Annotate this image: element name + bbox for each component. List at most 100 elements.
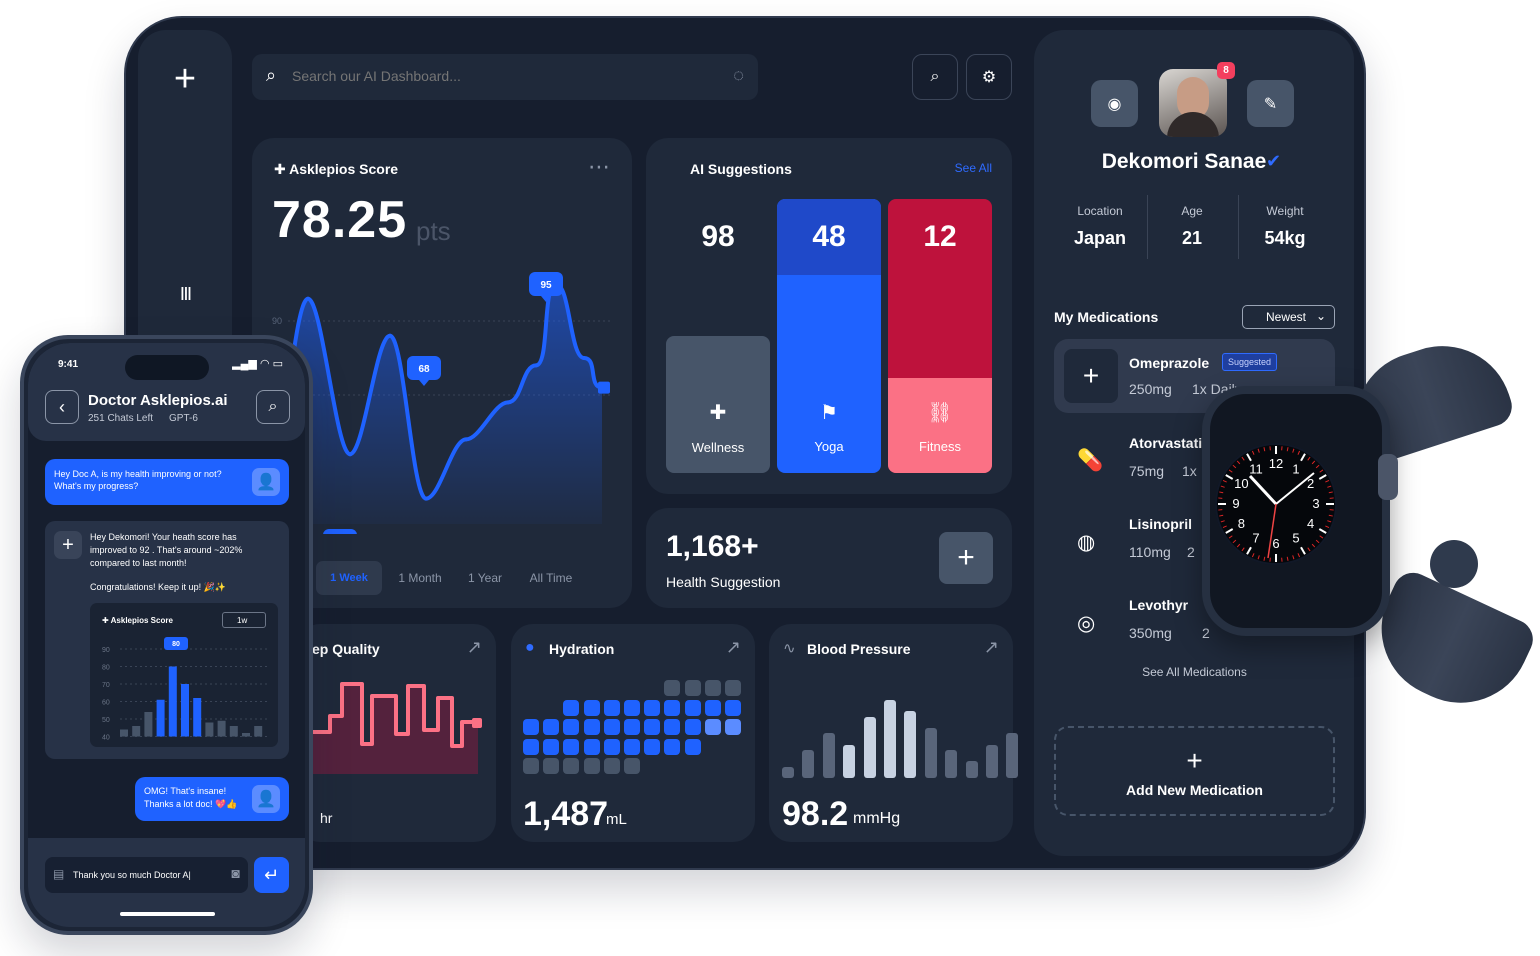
bp-bar [822,733,835,778]
see-all-link[interactable]: See All [955,161,992,175]
score-chart: 9080956895 [270,272,610,534]
watch-face: 12 1234567891011 [1215,443,1337,565]
hydration-tile [684,738,701,755]
mini-bar [144,712,153,737]
dynamic-island [125,355,209,380]
watch-band-pin [1430,540,1478,588]
watch-number: 6 [1272,536,1279,551]
yoga-label: Yoga [814,439,844,454]
hydration-tile [624,699,640,716]
arrow-up-right-icon[interactable]: ↗ [984,637,999,658]
hydration-unit: mL [606,811,627,828]
mini-bar [181,684,189,737]
chart-icon[interactable]: Ⅲ [172,280,200,308]
hydration-tile [543,738,560,755]
hydration-tile [583,758,600,774]
chat-subtitle: 251 Chats Left [88,413,154,424]
send-button[interactable]: ↵ [254,857,289,893]
range-week[interactable]: 1 Week [316,561,382,595]
voice-icon[interactable]: ◌ [733,65,744,86]
add-medication-label: Add New Medication [1126,782,1263,798]
hydration-tile [684,719,701,735]
yoga-icon: ⚑ [820,402,838,424]
hydration-tile [664,719,681,735]
arrow-up-right-icon[interactable]: ↗ [467,637,482,658]
mini-bar [193,698,202,737]
assistant-text: Hey Dekomori! Your heath score has impro… [90,532,243,568]
phone-screen: 9:41 ▂▄▆ ◠ ▭ ‹ Doctor Asklepios.ai 251 C… [28,343,305,927]
hydration-tile [684,680,701,696]
add-icon[interactable]: + [164,58,206,100]
score-point [348,452,352,457]
score-point [388,333,392,338]
watch-number: 5 [1292,531,1299,546]
message-button[interactable]: ◉ [1091,80,1138,127]
mini-tick-label: 40 [102,735,110,742]
range-tabs: y 1 Week 1 Month 1 Year All Time [272,561,580,595]
settings-button[interactable]: ⚙ [966,54,1012,100]
hydration-tile [543,758,560,774]
hydration-tile [725,719,741,735]
mini-tick-label: 50 [102,717,110,724]
hydration-grid [523,680,745,780]
search-button[interactable]: ⌕ [912,54,958,100]
bp-value: 98.2 [782,795,849,833]
arrow-up-right-icon[interactable]: ↗ [726,637,741,658]
range-year[interactable]: 1 Year [458,561,512,595]
phone-search-button[interactable]: ⌕ [256,390,290,424]
more-icon[interactable]: ⋯ [588,154,610,180]
avatar[interactable] [1159,69,1227,137]
user-message: Hey Doc A, is my health improving or not… [45,459,289,505]
bp-bar [802,750,815,778]
tablet-icon: ◍ [1077,531,1096,554]
hydration-tile [704,680,721,696]
search-input[interactable] [292,68,712,84]
hydration-tile [543,719,560,735]
range-all[interactable]: All Time [522,561,580,595]
bp-bar [843,744,856,778]
mini-chart-card: ✚ Asklepios Score 1w 90 80 70 60 50 40 80 [90,603,278,747]
mini-range-select[interactable]: 1w [222,612,266,628]
mini-bar [242,733,250,737]
bp-bar [945,750,958,778]
svg-text:68: 68 [418,364,430,375]
edit-icon: ✎ [1263,95,1278,113]
plus-icon: ✚ [274,161,286,177]
bp-bar [863,716,876,778]
search-bar[interactable]: ⌕ ◌ [252,54,758,100]
sort-select[interactable]: Newest ⌄ [1242,305,1335,329]
camera-icon[interactable]: ◙ [232,865,240,881]
bp-bar [924,727,937,778]
score-callout: 95 [323,529,357,534]
add-suggestion-button[interactable]: + [939,532,993,584]
health-suggestion-card: 1,168+ Health Suggestion + [646,508,1012,608]
med-frequency: 2 [1187,544,1195,560]
smartwatch: 12 1 2 3 4 5 6 7 8 9 10 11 [1202,327,1540,726]
location-label: Location [1077,204,1123,218]
score-point [534,363,538,368]
hydration-tile [523,758,539,774]
score-unit: pts [416,216,451,246]
range-month[interactable]: 1 Month [392,561,448,595]
score-point [506,400,510,405]
message-input[interactable]: ▤ Thank you so much Doctor A| ◙ [45,857,248,893]
watch-number: 12 [1269,456,1283,471]
age-value: 21 [1181,228,1203,248]
med-frequency: 2 [1202,625,1210,641]
blood-pressure-card: Blood Pressure ∿ ↗ 98.2 mmHg [769,624,1019,842]
fitness-value: 12 [923,220,957,253]
watch-number: 10 [1234,476,1248,491]
assistant-congrats: Congratulations! Keep it up! 🎉✨ [90,582,226,592]
dumbbell-icon: ⛓ [927,402,953,424]
svg-text:95: 95 [540,280,552,291]
edit-button[interactable]: ✎ [1247,80,1294,127]
user-icon: 👤 [252,785,280,813]
mini-tick-label: 80 [102,665,110,672]
watch-number: 3 [1312,496,1319,511]
user-icon: 👤 [252,468,280,496]
watch-number: 9 [1232,496,1239,511]
med-dose: 350mg [1129,625,1172,641]
back-button[interactable]: ‹ [45,390,79,424]
watch-crown[interactable] [1378,454,1398,500]
add-medication-button[interactable]: + Add New Medication [1054,726,1335,816]
